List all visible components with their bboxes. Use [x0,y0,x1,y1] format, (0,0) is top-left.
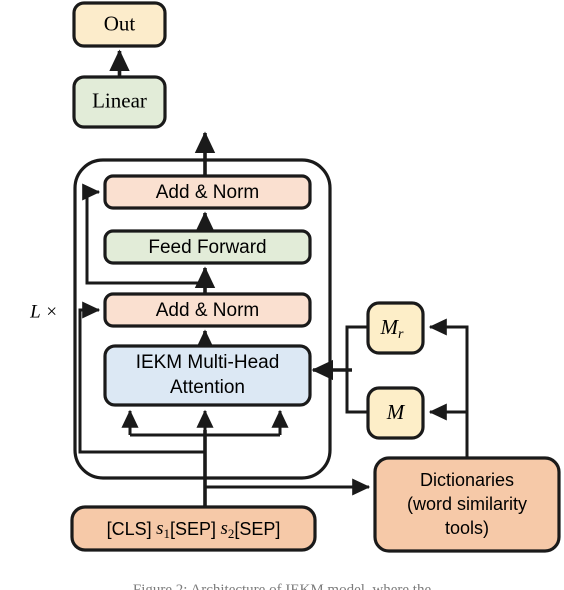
node-feed-forward[interactable]: Feed Forward [103,229,312,265]
node-add-norm-bottom[interactable]: Add & Norm [103,292,312,328]
architecture-diagram: Out Linear Add & Norm Feed Forward Add &… [29,1,561,553]
attention-label-line1: IEKM Multi-Head [136,352,280,373]
input-sequence-label: [CLS] s1[SEP] s2[SEP] [107,518,281,541]
node-attention[interactable]: IEKM Multi-Head Attention [103,344,312,407]
token-s1-var: s [156,518,163,539]
dictionaries-label-line1: Dictionaries [420,470,514,490]
figure-root: Out Linear Add & Norm Feed Forward Add &… [0,0,564,590]
out-label: Out [104,11,136,35]
wire-dictionaries-to-memory [428,318,469,458]
node-add-norm-top[interactable]: Add & Norm [103,174,312,210]
node-linear[interactable]: Linear [72,75,167,129]
figure-caption: Figure 2: Architecture of IEKM model, wh… [132,582,432,590]
dictionaries-label-line3: tools) [445,518,489,538]
wire-memory-to-attention [311,325,368,414]
loop-count-label: L × [29,301,58,322]
dictionaries-label-line2: (word similarity [407,494,527,514]
node-memory[interactable]: M [366,386,425,440]
token-sep1: [SEP] [170,519,216,539]
node-memory-r[interactable]: Mr [366,301,425,355]
linear-label: Linear [92,88,147,112]
token-s2-var: s [220,518,227,539]
feed-forward-label: Feed Forward [148,237,266,258]
node-input-sequence[interactable]: [CLS] s1[SEP] s2[SEP] [70,505,317,552]
token-cls: [CLS] [107,519,152,539]
annotation-loop-count: L × [29,301,58,322]
attention-label-line2: Attention [170,377,245,398]
node-dictionaries[interactable]: Dictionaries (word similarity tools) [373,456,561,553]
token-sep2: [SEP] [234,519,280,539]
memory-label: M [386,400,406,424]
add-norm-bottom-label: Add & Norm [156,300,259,321]
node-out[interactable]: Out [72,1,167,48]
add-norm-top-label: Add & Norm [156,182,259,203]
